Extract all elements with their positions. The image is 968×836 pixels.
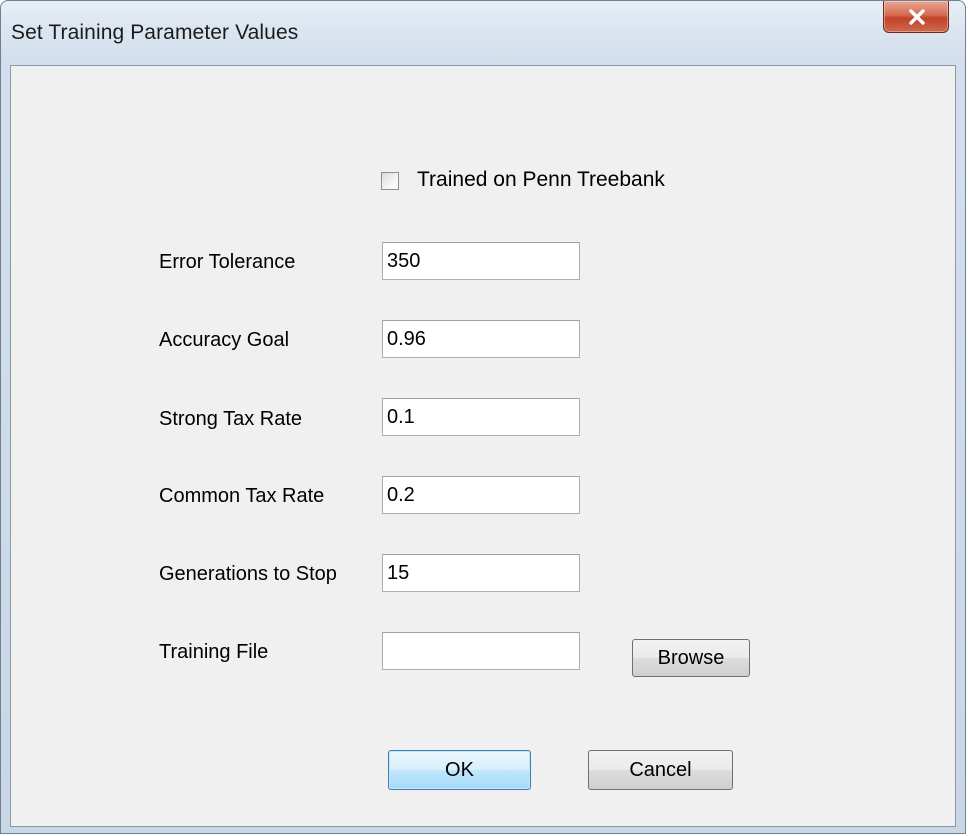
close-icon (909, 9, 925, 25)
window-title: Set Training Parameter Values (11, 21, 299, 44)
title-bar[interactable]: Set Training Parameter Values (1, 1, 965, 65)
error-tolerance-input[interactable] (382, 242, 580, 280)
generations-to-stop-input[interactable] (382, 554, 580, 592)
cancel-button[interactable]: Cancel (588, 750, 733, 790)
generations-to-stop-label: Generations to Stop (159, 563, 337, 585)
common-tax-rate-input[interactable] (382, 476, 580, 514)
common-tax-rate-label: Common Tax Rate (159, 485, 325, 507)
strong-tax-rate-input[interactable] (382, 398, 580, 436)
penn-treebank-checkbox[interactable] (381, 172, 399, 190)
training-file-input[interactable] (382, 632, 580, 670)
close-button[interactable] (883, 1, 949, 33)
dialog-client-area: Trained on Penn Treebank Error Tolerance… (10, 65, 956, 827)
penn-treebank-checkbox-label[interactable]: Trained on Penn Treebank (417, 168, 665, 192)
strong-tax-rate-label: Strong Tax Rate (159, 408, 303, 430)
browse-button[interactable]: Browse (632, 639, 750, 677)
ok-button[interactable]: OK (388, 750, 531, 790)
error-tolerance-label: Error Tolerance (159, 251, 296, 273)
dialog-window: Set Training Parameter Values Trained on… (0, 0, 966, 834)
training-file-label: Training File (159, 641, 269, 663)
accuracy-goal-input[interactable] (382, 320, 580, 358)
accuracy-goal-label: Accuracy Goal (159, 329, 290, 351)
